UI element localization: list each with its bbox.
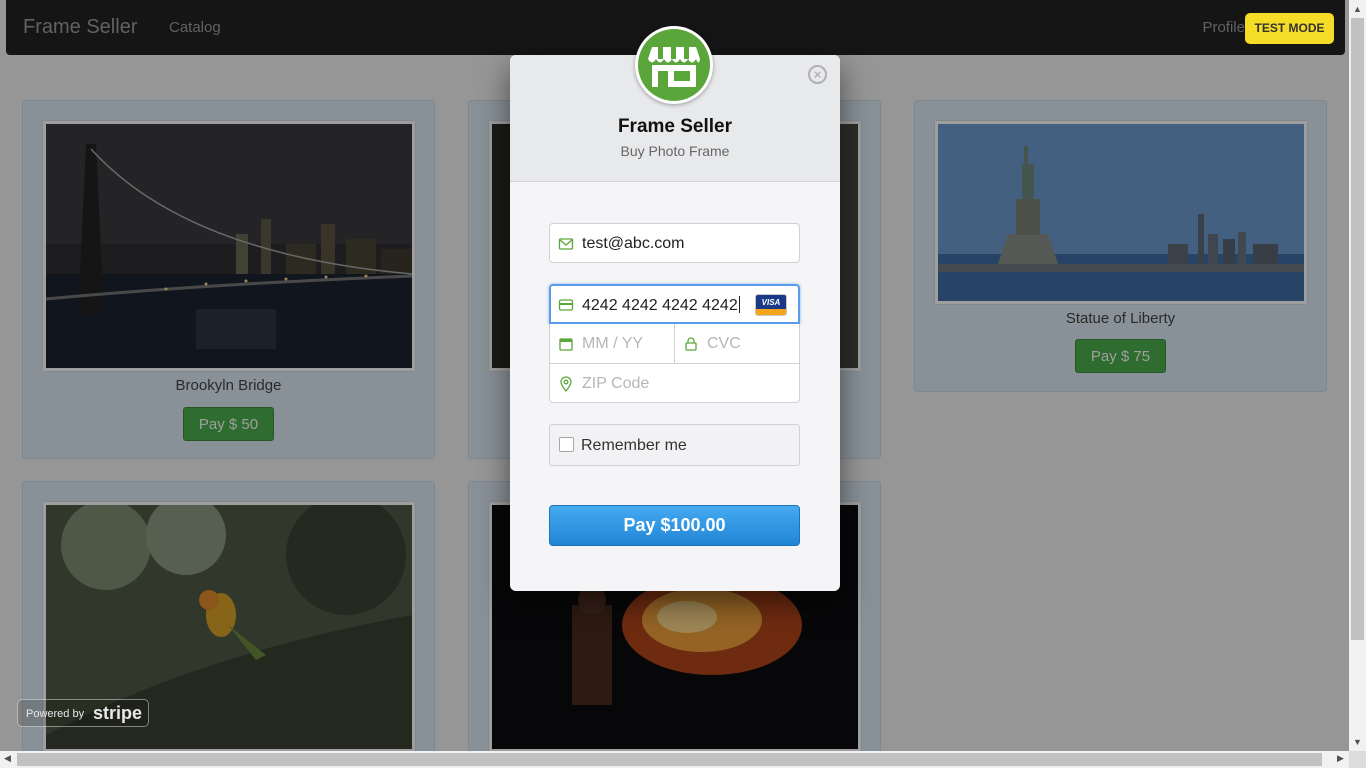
scroll-corner <box>1349 751 1366 768</box>
storefront-icon <box>638 29 710 101</box>
scroll-left-icon[interactable]: ◀ <box>4 753 11 764</box>
remember-me-label: Remember me <box>581 437 687 454</box>
test-mode-badge: TEST MODE <box>1245 13 1334 44</box>
visa-card-icon: VISA <box>755 294 787 316</box>
email-field[interactable]: test@abc.com <box>549 223 800 263</box>
horizontal-scrollbar[interactable]: ◀ ▶ <box>0 751 1349 768</box>
powered-by-stripe-badge[interactable]: Powered by stripe <box>17 699 149 727</box>
email-value: test@abc.com <box>582 235 685 252</box>
checkout-modal: × Frame Seller Buy Photo Frame test@abc.… <box>510 26 840 591</box>
expiry-placeholder: MM / YY <box>582 335 644 352</box>
checkout-subtitle: Buy Photo Frame <box>620 143 730 159</box>
envelope-icon <box>558 238 574 250</box>
remember-me-option[interactable]: Remember me <box>549 424 800 466</box>
cvc-field[interactable]: CVC <box>674 324 800 364</box>
zip-code-field[interactable]: ZIP Code <box>549 363 800 403</box>
checkout-title: Frame Seller <box>617 116 733 137</box>
card-brand-label: VISA <box>761 298 781 307</box>
calendar-icon <box>559 338 573 351</box>
checkout-header: × Frame Seller Buy Photo Frame <box>510 26 840 182</box>
close-icon[interactable]: × <box>808 65 827 84</box>
remember-me-checkbox[interactable] <box>559 437 574 452</box>
expiry-field[interactable]: MM / YY <box>549 324 675 364</box>
merchant-logo <box>635 26 713 104</box>
horizontal-scroll-thumb[interactable] <box>17 753 1322 766</box>
stripe-logo: stripe <box>93 703 143 723</box>
cvc-placeholder: CVC <box>707 335 741 352</box>
pay-button[interactable]: Pay $100.00 <box>549 505 800 546</box>
scroll-up-icon[interactable]: ▲ <box>1353 4 1362 14</box>
credit-card-icon <box>558 299 574 311</box>
text-caret <box>738 296 740 313</box>
lock-icon <box>685 337 697 351</box>
powered-by-label: Powered by <box>26 708 85 720</box>
card-number-value: 4242 4242 4242 4242 <box>582 297 738 314</box>
card-number-field[interactable]: 4242 4242 4242 4242 VISA <box>549 284 800 324</box>
vertical-scroll-thumb[interactable] <box>1351 18 1364 640</box>
scroll-right-icon[interactable]: ▶ <box>1337 753 1344 764</box>
scroll-down-icon[interactable]: ▼ <box>1353 737 1362 747</box>
zip-code-placeholder: ZIP Code <box>582 375 650 392</box>
location-pin-icon <box>560 376 572 392</box>
vertical-scrollbar[interactable]: ▲ ▼ <box>1349 0 1366 751</box>
